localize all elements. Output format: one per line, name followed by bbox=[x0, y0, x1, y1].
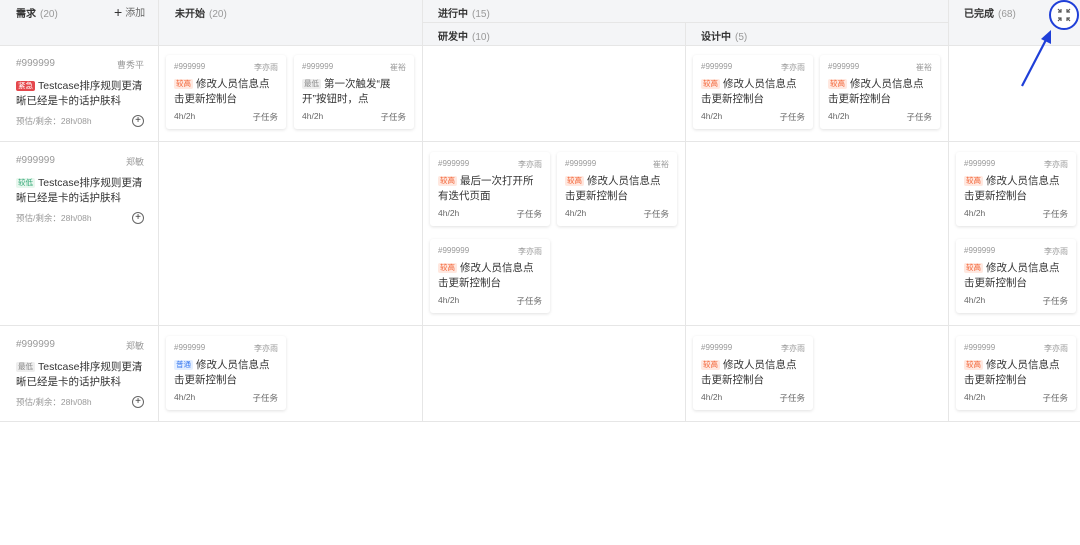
task-card[interactable]: #999999 崔裕 较高 修改人员信息点击更新控制台 4h/2h 子任务 bbox=[820, 55, 940, 129]
story-item[interactable]: #999999 郑敏 较低 Testcase排序规则更清晰已经是卡的话护肤科 预估/… bbox=[16, 155, 144, 224]
priority-badge: 普通 bbox=[174, 360, 193, 370]
priority-badge: 较高 bbox=[438, 263, 457, 273]
column-header-done: 已完成 (68) bbox=[964, 9, 1016, 20]
story-item[interactable]: #999999 郑敏 最低 Testcase排序规则更清晰已经是卡的话护肤科 预估/… bbox=[16, 339, 144, 408]
collapse-icon[interactable] bbox=[1049, 0, 1079, 30]
task-card[interactable]: #999999 崔裕 最低 第一次触发“展开”按钮时，点 4h/2h 子任务 bbox=[294, 55, 414, 129]
task-card[interactable]: #999999 李亦雨 普通 修改人员信息点击更新控制台 4h/2h 子任务 bbox=[166, 336, 286, 410]
priority-badge: 较低 bbox=[16, 178, 35, 188]
task-card[interactable]: #999999 崔裕 较高 修改人员信息点击更新控制台 4h/2h 子任务 bbox=[557, 152, 677, 226]
task-card[interactable]: #999999 李亦雨 较高 修改人员信息点击更新控制台 4h/2h 子任务 bbox=[430, 239, 550, 313]
plus-circle-icon[interactable]: + bbox=[132, 396, 144, 408]
plus-circle-icon[interactable]: + bbox=[132, 115, 144, 127]
plus-icon: + bbox=[114, 4, 123, 20]
priority-badge: 较高 bbox=[964, 263, 983, 273]
priority-badge: 较高 bbox=[701, 360, 720, 370]
story-item[interactable]: #999999 曹秀平 紧急 Testcase排序规则更清晰已经是卡的话护肤科 预估… bbox=[16, 58, 144, 127]
task-card[interactable]: #999999 李亦雨 较高 修改人员信息点击更新控制台 4h/2h 子任务 bbox=[956, 239, 1076, 313]
column-header-inprogress: 进行中 (15) bbox=[438, 9, 490, 20]
priority-badge: 紧急 bbox=[16, 81, 35, 91]
task-card[interactable]: #999999 李亦雨 较高 最后一次打开所有迭代页面 4h/2h 子任务 bbox=[430, 152, 550, 226]
task-card[interactable]: #999999 李亦雨 较高 修改人员信息点击更新控制台 4h/2h 子任务 bbox=[693, 55, 813, 129]
priority-badge: 较高 bbox=[964, 176, 983, 186]
column-header-design: 设计中 (5) bbox=[701, 32, 748, 43]
priority-badge: 较高 bbox=[964, 360, 983, 370]
priority-badge: 较高 bbox=[565, 176, 584, 186]
priority-badge: 较高 bbox=[174, 79, 193, 89]
kanban-board: 需求 (20) + 添加 未开始 (20) 进行中 (15) 研发中 (10) 设计中 (5… bbox=[0, 0, 1080, 545]
task-card[interactable]: #999999 李亦雨 较高 修改人员信息点击更新控制台 4h/2h 子任务 bbox=[956, 152, 1076, 226]
priority-badge: 最低 bbox=[16, 362, 35, 372]
column-header-dev: 研发中 (10) bbox=[438, 32, 490, 43]
priority-badge: 较高 bbox=[701, 79, 720, 89]
column-header-todo: 未开始 (20) bbox=[175, 9, 227, 20]
priority-badge: 最低 bbox=[302, 79, 321, 89]
task-card[interactable]: #999999 李亦雨 较高 修改人员信息点击更新控制台 4h/2h 子任务 bbox=[956, 336, 1076, 410]
plus-circle-icon[interactable]: + bbox=[132, 212, 144, 224]
priority-badge: 较高 bbox=[438, 176, 457, 186]
annotation-arrow-icon bbox=[1021, 30, 1051, 87]
task-card[interactable]: #999999 李亦雨 较高 修改人员信息点击更新控制台 4h/2h 子任务 bbox=[693, 336, 813, 410]
add-demand-button[interactable]: + 添加 bbox=[114, 4, 145, 20]
priority-badge: 较高 bbox=[828, 79, 847, 89]
task-card[interactable]: #999999 李亦雨 较高 修改人员信息点击更新控制台 4h/2h 子任务 bbox=[166, 55, 286, 129]
column-header-demand: 需求 (20) bbox=[16, 9, 58, 20]
